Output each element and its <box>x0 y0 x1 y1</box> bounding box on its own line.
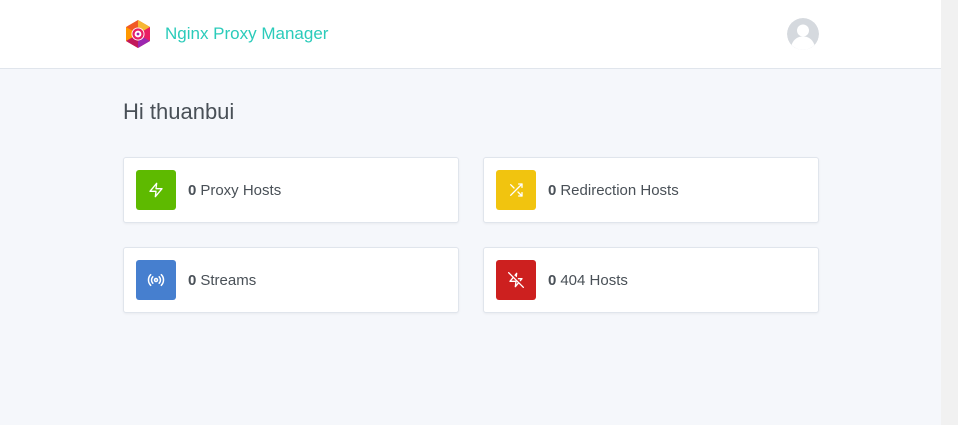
brand-link[interactable]: Nginx Proxy Manager <box>123 18 328 50</box>
vertical-scrollbar[interactable] <box>941 0 958 425</box>
streams-tile <box>136 260 176 300</box>
streams-label: Streams <box>200 271 257 289</box>
zap-off-icon <box>508 272 524 288</box>
redirection-hosts-tile <box>496 170 536 210</box>
user-avatar[interactable] <box>787 18 819 50</box>
404-hosts-label: 404 Hosts <box>560 271 628 289</box>
card-proxy-hosts[interactable]: 0 Proxy Hosts <box>123 157 459 223</box>
proxy-hosts-count: 0 <box>188 181 197 199</box>
brand-name: Nginx Proxy Manager <box>165 24 329 43</box>
shuffle-icon <box>510 183 523 197</box>
top-header: Nginx Proxy Manager <box>0 0 941 69</box>
redirection-hosts-count: 0 <box>548 181 557 199</box>
radio-icon <box>147 273 165 287</box>
card-streams[interactable]: 0 Streams <box>123 247 459 313</box>
page-greeting: Hi thuanbui <box>123 99 235 124</box>
redirection-hosts-label: Redirection Hosts <box>560 181 679 199</box>
zap-icon <box>149 182 163 198</box>
404-hosts-count: 0 <box>548 271 557 289</box>
proxy-hosts-tile <box>136 170 176 210</box>
nginx-proxy-manager-logo-icon <box>126 20 150 48</box>
streams-count: 0 <box>188 271 197 289</box>
default-avatar-icon <box>787 18 819 50</box>
card-404-hosts[interactable]: 0 404 Hosts <box>483 247 819 313</box>
proxy-hosts-text: 0 Proxy Hosts <box>188 182 281 199</box>
card-redirection-hosts[interactable]: 0 Redirection Hosts <box>483 157 819 223</box>
proxy-hosts-label: Proxy Hosts <box>200 181 282 199</box>
404-hosts-tile <box>496 260 536 300</box>
streams-text: 0 Streams <box>188 272 256 289</box>
redirection-hosts-text: 0 Redirection Hosts <box>548 182 679 199</box>
404-hosts-text: 0 404 Hosts <box>548 272 628 289</box>
